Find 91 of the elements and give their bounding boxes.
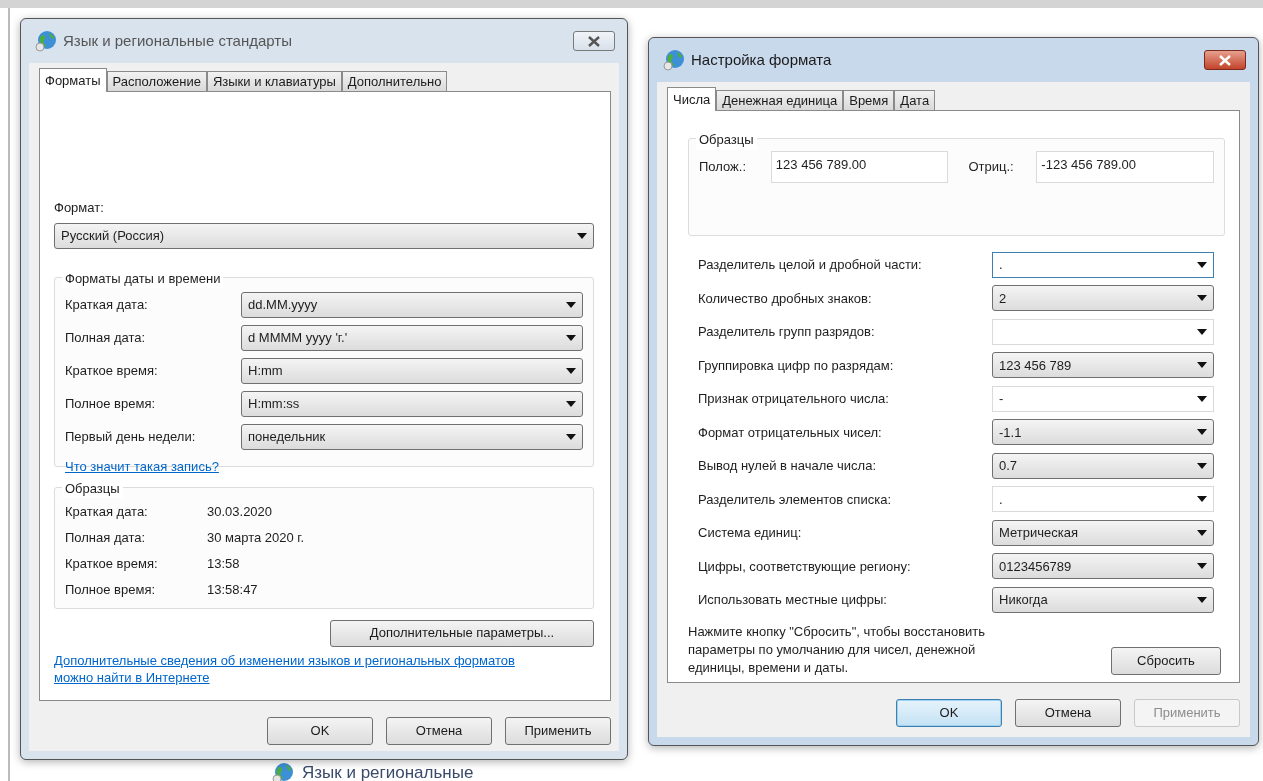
advanced-button[interactable]: Дополнительные параметры...	[330, 619, 594, 647]
caret-icon	[566, 334, 576, 341]
globe-icon	[35, 30, 57, 52]
caret-icon	[1197, 395, 1207, 402]
caret-icon	[566, 400, 576, 407]
field-label: Краткое время:	[65, 361, 159, 380]
combo-field[interactable]: -	[992, 385, 1214, 412]
field-label: Разделитель элементов списка:	[697, 490, 892, 509]
caret-icon	[566, 301, 576, 308]
caret-icon	[1197, 362, 1207, 369]
dropdown[interactable]: Никогда	[992, 586, 1214, 613]
dropdown[interactable]: 0.7	[992, 452, 1214, 479]
tab[interactable]: Дата	[894, 90, 936, 110]
reset-note: Нажмите кнопку "Сбросить", чтобы восстановить параметры по умолчанию для чисел, денежной единицы, времени и даты.	[688, 622, 987, 677]
dialog-button[interactable]: Отмена	[1015, 699, 1121, 727]
tab[interactable]: Дополнительно	[341, 71, 448, 91]
sample-label: Полная дата:	[65, 528, 147, 547]
caret-icon	[1197, 496, 1207, 503]
dropdown[interactable]: H:mm	[241, 357, 583, 384]
dropdown[interactable]: dd.MM.yyyy	[241, 291, 583, 318]
sample-label: Краткое время:	[65, 554, 159, 573]
dropdown[interactable]: 123 456 789	[992, 352, 1214, 379]
sample-value: 13:58:47	[207, 580, 258, 599]
field-label: Вывод нулей в начале числа:	[697, 457, 878, 475]
sample-value: 30.03.2020	[207, 502, 273, 521]
field-label: Признак отрицательного числа:	[697, 390, 890, 408]
field-label: Разделитель групп разрядов:	[697, 323, 876, 341]
combo-field[interactable]: .	[992, 486, 1214, 513]
sample-field: 123 456 789.00	[770, 151, 949, 183]
tab[interactable]: Языки и клавиатуры	[206, 71, 342, 91]
globe-icon	[272, 762, 294, 781]
field-label: Количество дробных знаков:	[697, 289, 873, 308]
reset-button[interactable]: Сбросить	[1111, 646, 1221, 675]
close-button[interactable]	[573, 31, 615, 51]
caret-icon	[1197, 596, 1207, 603]
combo-field[interactable]: .	[992, 251, 1214, 278]
field-label: Формат отрицательных чисел:	[697, 423, 883, 442]
sample-label: Краткая дата:	[65, 502, 149, 521]
field-label: Формат:	[54, 199, 105, 217]
sample-field: -123 456 789.00	[1036, 151, 1214, 183]
tab[interactable]: Форматы	[39, 68, 107, 92]
field-label: Цифры, соответствующие региону:	[697, 557, 912, 576]
dropdown[interactable]: 2	[992, 285, 1214, 312]
caret-icon	[1197, 261, 1207, 268]
tab[interactable]: Расположение	[106, 71, 207, 91]
field-label: Полная дата:	[65, 328, 147, 347]
dialog-button[interactable]: Применить	[505, 717, 611, 745]
caret-icon	[1197, 462, 1207, 469]
sample-label: Полное время:	[65, 580, 157, 599]
caret-icon	[1197, 563, 1207, 570]
dropdown[interactable]: понедельник	[241, 423, 583, 450]
window-title: Язык и региональные стандарты	[63, 30, 292, 51]
dropdown[interactable]: Метрическая	[992, 519, 1214, 546]
close-icon	[588, 35, 600, 47]
field-label: Использовать местные цифры:	[697, 591, 888, 609]
tab[interactable]: Время	[843, 90, 895, 110]
dialog-button[interactable]: OK	[267, 717, 373, 745]
globe-icon	[663, 49, 685, 71]
caret-icon	[1197, 429, 1207, 436]
field-label: Разделитель целой и дробной части:	[697, 256, 923, 274]
close-button[interactable]	[1204, 50, 1246, 70]
dropdown[interactable]: H:mm:ss	[241, 390, 583, 417]
tab[interactable]: Денежная единица	[716, 90, 844, 110]
info-link[interactable]: Дополнительные сведения об изменении языков и региональных форматов можно найти в Интернете	[54, 651, 534, 686]
dialog-button[interactable]: Отмена	[386, 717, 492, 745]
field-label: Полож.:	[699, 158, 748, 177]
dropdown[interactable]: d MMMM yyyy 'г.'	[241, 324, 583, 351]
field-label: Краткая дата:	[65, 295, 149, 314]
background-title: Язык и региональные	[302, 764, 474, 781]
field-label: Отриц.:	[967, 158, 1015, 177]
field-label: Система единиц:	[697, 524, 803, 542]
caret-icon	[1197, 328, 1207, 335]
sample-value: 13:58	[207, 554, 240, 573]
dialog-button[interactable]: OK	[896, 699, 1002, 727]
tab[interactable]: Числа	[667, 87, 717, 111]
close-icon	[1219, 54, 1231, 66]
dropdown[interactable]: -1.1	[992, 419, 1214, 446]
window-title: Настройка формата	[691, 49, 832, 70]
field-label: Первый день недели:	[65, 427, 197, 446]
caret-icon	[1197, 529, 1207, 536]
caret-icon	[566, 433, 576, 440]
dropdown[interactable]: 0123456789	[992, 553, 1214, 580]
field-label: Полное время:	[65, 394, 157, 413]
caret-icon	[577, 232, 587, 239]
help-link[interactable]: Что значит такая запись?	[65, 458, 219, 474]
caret-icon	[566, 367, 576, 374]
dropdown[interactable]: Русский (Россия)	[54, 222, 594, 249]
combo-field[interactable]	[992, 318, 1214, 345]
sample-value: 30 марта 2020 г.	[207, 528, 305, 547]
field-label: Группировка цифр по разрядам:	[697, 356, 895, 375]
caret-icon	[1197, 295, 1207, 302]
